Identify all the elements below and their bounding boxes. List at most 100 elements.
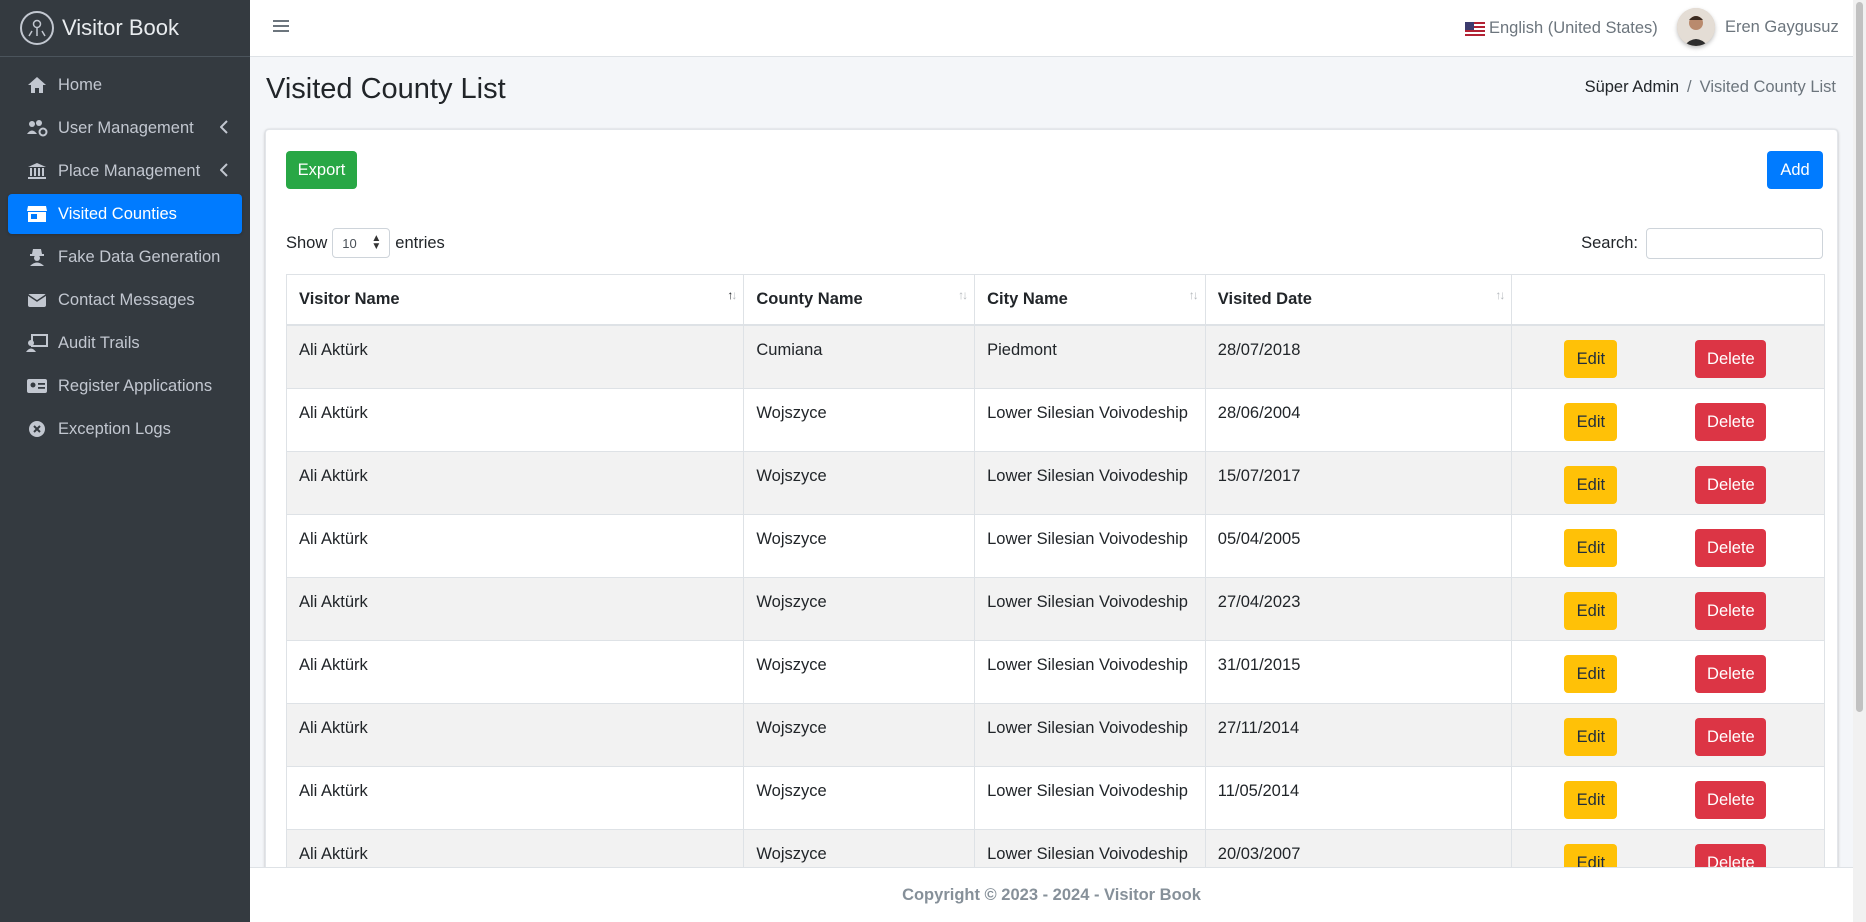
edit-button[interactable]: Edit [1564,592,1618,630]
envelope-icon [26,289,48,311]
table-cell-actions: Edit Delete [1512,641,1824,703]
table-cell: 28/06/2004 [1206,389,1513,451]
edit-button[interactable]: Edit [1564,403,1618,441]
table-cell: Wojszyce [744,515,976,577]
sidebar-item-place-management[interactable]: Place Management [8,151,242,191]
users-cog-icon [26,117,48,139]
brand-name: Visitor Book [62,15,179,40]
table-cell: Ali Aktürk [287,326,745,388]
table-row: Ali Aktürk Wojszyce Lower Silesian Voivode… [286,767,1825,830]
home-icon [26,74,48,96]
table-cell: Wojszyce [744,641,976,703]
landmark-icon [26,160,48,182]
table-cell-actions: Edit Delete [1512,326,1824,388]
scrollbar-thumb[interactable] [1856,2,1863,712]
select-arrows-icon: ▲ ▼ [371,233,382,252]
add-button[interactable]: Add [1767,151,1823,189]
delete-button[interactable]: Delete [1695,466,1767,504]
edit-button[interactable]: Edit [1564,718,1618,756]
sidebar-item-audit-trails[interactable]: Audit Trails [8,323,242,363]
sidebar-item-register-applications[interactable]: Register Applications [8,366,242,406]
table-cell: 11/05/2014 [1206,767,1513,829]
user-name: Eren Gaygusuz [1725,17,1839,36]
sidebar-item-label: Exception Logs [58,419,171,438]
table-cell: Lower Silesian Voivodeship [975,767,1206,829]
delete-button[interactable]: Delete [1695,403,1767,441]
edit-button[interactable]: Edit [1564,655,1618,693]
sidebar-item-exception-logs[interactable]: Exception Logs [8,409,242,449]
sidebar-item-visited-counties[interactable]: Visited Counties [8,194,242,234]
page-scrollbar[interactable] [1853,0,1866,922]
sidebar-item-label: Home [58,75,103,94]
sidebar-item-label: Fake Data Generation [58,247,221,266]
chevron-left-icon [219,118,228,139]
language-selector[interactable]: English (United States) [1465,19,1658,38]
sort-icon: ↑↓ [1188,288,1199,302]
sort-icon: ↑↓ [958,288,968,302]
column-header-label: City Name [987,290,1068,308]
breadcrumb-separator: / [1687,78,1692,96]
user-secret-icon [26,246,48,268]
column-header-county-name[interactable]: County Name ↑↓ [744,275,976,324]
sidebar-item-fake-data-generation[interactable]: Fake Data Generation [8,237,242,277]
edit-button[interactable]: Edit [1564,466,1618,504]
sidebar-item-label: Place Management [58,161,201,180]
table-cell-actions: Edit Delete [1512,389,1824,451]
table-cell-actions: Edit Delete [1512,704,1824,766]
table-cell: Piedmont [975,326,1206,388]
page-title: Visited County List [266,73,506,105]
table-cell: Ali Aktürk [287,452,745,514]
sidebar-item-label: Visited Counties [58,204,177,223]
column-header-visited-date[interactable]: Visited Date ↑↓ [1206,275,1513,324]
table-cell: Cumiana [744,326,976,388]
column-header-city-name[interactable]: City Name ↑↓ [975,275,1206,324]
table-cell: Ali Aktürk [287,578,745,640]
table-cell: 28/07/2018 [1206,326,1513,388]
edit-button[interactable]: Edit [1564,781,1618,819]
table-header: Visitor Name ↑↓ County Name ↑↓ City Name… [286,274,1825,326]
table-cell: 31/01/2015 [1206,641,1513,703]
table-cell: 27/04/2023 [1206,578,1513,640]
table-cell-actions: Edit Delete [1512,452,1824,514]
delete-button[interactable]: Delete [1695,655,1767,693]
delete-button[interactable]: Delete [1695,781,1767,819]
table-cell: Ali Aktürk [287,641,745,703]
edit-button[interactable]: Edit [1564,340,1618,378]
table-cell: Ali Aktürk [287,389,745,451]
table-row: Ali Aktürk Wojszyce Lower Silesian Voivode… [286,515,1825,578]
show-entries: Show 10 ▲ ▼ entries [286,228,445,258]
entries-select[interactable]: 10 ▲ ▼ [332,228,391,258]
table-cell: Wojszyce [744,704,976,766]
brand[interactable]: Visitor Book [0,0,250,57]
sidebar-item-user-management[interactable]: User Management [8,108,242,148]
column-header-actions [1512,275,1824,324]
table-body: Ali Aktürk Cumiana Piedmont 28/07/2018 Edit D… [286,326,1825,893]
delete-button[interactable]: Delete [1695,718,1767,756]
breadcrumb: Süper Admin / Visited County List [1585,78,1836,97]
menu-toggle-icon[interactable] [272,17,290,35]
table-cell: 27/11/2014 [1206,704,1513,766]
delete-button[interactable]: Delete [1695,340,1767,378]
breadcrumb-current: Visited County List [1699,78,1836,96]
search-input[interactable] [1646,228,1823,259]
table-cell: Wojszyce [744,767,976,829]
delete-button[interactable]: Delete [1695,592,1767,630]
delete-button[interactable]: Delete [1695,529,1767,567]
sidebar-item-label: User Management [58,118,194,137]
table-cell: Lower Silesian Voivodeship [975,578,1206,640]
sidebar-item-home[interactable]: Home [8,65,242,105]
language-label: English (United States) [1489,19,1658,37]
user-menu[interactable]: Eren Gaygusuz [1677,8,1839,46]
table-cell: Wojszyce [744,578,976,640]
column-header-visitor-name[interactable]: Visitor Name ↑↓ [287,275,745,324]
breadcrumb-parent[interactable]: Süper Admin [1585,78,1679,97]
table-cell: Lower Silesian Voivodeship [975,515,1206,577]
avatar [1677,8,1715,46]
entries-label: entries [395,233,445,252]
sidebar-nav: Home User Management Place Management Visit… [0,57,250,449]
edit-button[interactable]: Edit [1564,529,1618,567]
column-header-label: Visitor Name [299,290,400,308]
table-row: Ali Aktürk Wojszyce Lower Silesian Voivode… [286,452,1825,515]
export-button[interactable]: Export [286,151,357,189]
sidebar-item-contact-messages[interactable]: Contact Messages [8,280,242,320]
